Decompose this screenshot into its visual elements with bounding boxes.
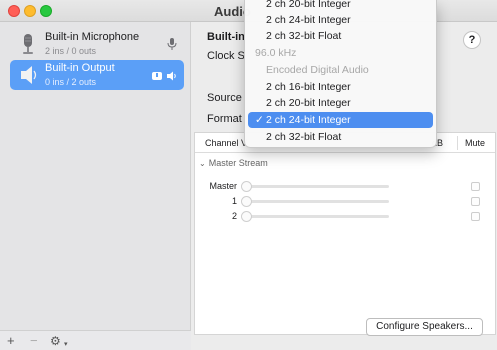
device-name: Built-in Output bbox=[45, 62, 115, 74]
slider-knob[interactable] bbox=[241, 181, 252, 192]
input-mic-icon bbox=[167, 38, 177, 50]
slider-knob[interactable] bbox=[241, 196, 252, 207]
menu-item-selected[interactable]: ✓ 2 ch 24-bit Integer bbox=[248, 112, 433, 128]
checkmark-icon: ✓ bbox=[255, 114, 264, 126]
menu-item[interactable]: 2 ch 24-bit Integer bbox=[245, 12, 438, 28]
configure-speakers-button[interactable]: Configure Speakers... bbox=[366, 318, 483, 336]
format-popup-menu: 2 ch 20-bit Integer 2 ch 24-bit Integer … bbox=[244, 0, 437, 148]
gear-icon[interactable]: ⚙ bbox=[50, 333, 61, 349]
volume-slider-master[interactable] bbox=[241, 181, 389, 192]
menu-item[interactable]: 2 ch 16-bit Integer bbox=[245, 79, 438, 95]
volume-slider-2[interactable] bbox=[241, 211, 389, 222]
column-divider bbox=[457, 136, 458, 150]
close-window-button[interactable] bbox=[8, 5, 20, 17]
format-label: Format bbox=[207, 113, 242, 125]
channel-label: 2 bbox=[231, 211, 237, 221]
mute-checkbox-master[interactable] bbox=[471, 182, 480, 191]
add-device-button[interactable]: + bbox=[7, 333, 15, 349]
menu-item-disabled: Encoded Digital Audio bbox=[266, 64, 369, 76]
device-name: Built-in Microphone bbox=[45, 31, 140, 43]
default-output-speaker-icon bbox=[167, 71, 176, 81]
device-title: Built-in bbox=[207, 31, 245, 43]
device-item-output[interactable]: Built-in Output 0 ins / 2 outs bbox=[10, 60, 184, 90]
minimize-window-button[interactable] bbox=[24, 5, 36, 17]
remove-device-button[interactable]: − bbox=[30, 333, 38, 349]
column-header-channel[interactable]: Channel V bbox=[205, 138, 247, 148]
speaker-icon bbox=[21, 66, 37, 84]
menu-section-header: 96.0 kHz bbox=[255, 47, 297, 59]
mute-checkbox-1[interactable] bbox=[471, 197, 480, 206]
audio-midi-window: Audio Built-in Microphone 2 ins / 0 outs bbox=[0, 0, 497, 350]
menu-item[interactable]: 2 ch 32-bit Float bbox=[245, 28, 438, 44]
stream-group[interactable]: ⌄ Master Stream bbox=[199, 158, 268, 168]
stream-label: Master Stream bbox=[208, 158, 268, 168]
help-button[interactable]: ? bbox=[463, 31, 481, 49]
chevron-down-icon[interactable]: ▾ bbox=[64, 337, 68, 350]
channel-volume-table: Channel V dB Mute ⌄ Master Stream Master … bbox=[194, 132, 496, 335]
clock-source-label: Clock S bbox=[207, 50, 245, 62]
column-header-mute[interactable]: Mute bbox=[465, 138, 485, 148]
menu-item[interactable]: 2 ch 32-bit Float bbox=[245, 129, 438, 145]
channel-label: Master bbox=[209, 181, 237, 191]
menu-item[interactable]: 2 ch 20-bit Integer bbox=[245, 0, 438, 12]
mute-checkbox-2[interactable] bbox=[471, 212, 480, 221]
chevron-down-icon[interactable]: ⌄ bbox=[199, 159, 206, 168]
device-sidebar: Built-in Microphone 2 ins / 0 outs Built… bbox=[0, 22, 191, 350]
zoom-window-button[interactable] bbox=[40, 5, 52, 17]
slider-knob[interactable] bbox=[241, 211, 252, 222]
microphone-icon bbox=[23, 34, 33, 54]
source-label: Source bbox=[207, 92, 242, 104]
channel-label: 1 bbox=[231, 196, 237, 206]
device-io-count: 2 ins / 0 outs bbox=[45, 46, 97, 56]
device-io-count: 0 ins / 2 outs bbox=[45, 77, 97, 87]
sidebar-toolbar: + − ⚙ ▾ bbox=[0, 330, 191, 350]
alert-badge-icon bbox=[152, 72, 162, 80]
volume-slider-1[interactable] bbox=[241, 196, 389, 207]
menu-item[interactable]: 2 ch 20-bit Integer bbox=[245, 95, 438, 111]
device-item-microphone[interactable]: Built-in Microphone 2 ins / 0 outs bbox=[10, 29, 184, 59]
